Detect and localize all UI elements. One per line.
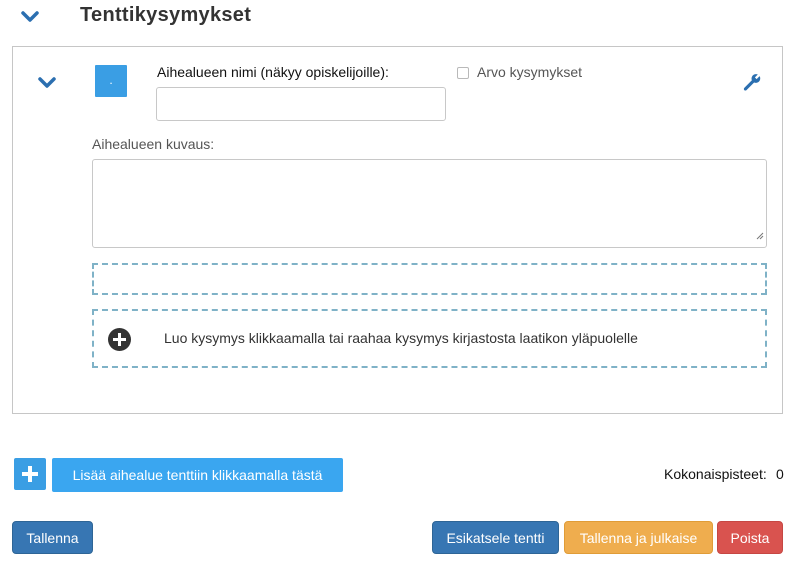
chevron-down-icon[interactable]: [20, 10, 40, 29]
topic-description-textarea[interactable]: [92, 159, 767, 248]
chevron-down-icon[interactable]: [37, 76, 57, 95]
topic-name-input[interactable]: [156, 87, 446, 121]
topic-square-button[interactable]: .: [95, 65, 127, 97]
add-topic-icon-button[interactable]: [14, 458, 46, 490]
total-points-value: 0: [776, 466, 784, 482]
topic-description-label: Aihealueen kuvaus:: [92, 136, 215, 152]
plus-icon: [22, 466, 38, 482]
randomize-questions-label: Arvo kysymykset: [477, 64, 583, 80]
save-and-publish-button[interactable]: Tallenna ja julkaise: [564, 521, 713, 554]
plus-circle-icon[interactable]: [108, 328, 131, 351]
wrench-icon[interactable]: [742, 72, 762, 97]
resize-grip-icon[interactable]: [756, 227, 764, 245]
topic-name-label: Aihealueen nimi (näkyy opiskelijoille):: [157, 64, 389, 80]
create-question-text: Luo kysymys klikkaamalla tai raahaa kysy…: [164, 330, 638, 346]
delete-button[interactable]: Poista: [717, 521, 783, 554]
page-title: Tenttikysymykset: [80, 4, 252, 26]
randomize-questions-checkbox[interactable]: [457, 67, 469, 79]
add-topic-button[interactable]: Lisää aihealue tenttiin klikkaamalla täs…: [52, 458, 343, 492]
question-drop-zone[interactable]: [92, 263, 767, 295]
save-button[interactable]: Tallenna: [12, 521, 93, 554]
total-points-label: Kokonaispisteet:: [664, 466, 767, 482]
preview-exam-button[interactable]: Esikatsele tentti: [432, 521, 559, 554]
